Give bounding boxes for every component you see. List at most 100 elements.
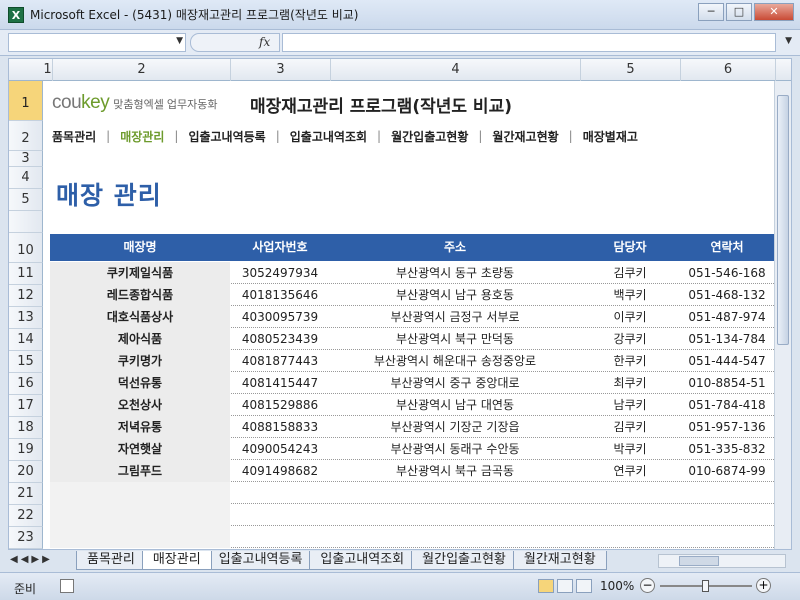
cell-address[interactable]: 부산광역시 금정구 서부로 bbox=[330, 306, 580, 328]
sheet-tab[interactable]: 입출고내역조회 bbox=[309, 551, 416, 570]
cell-biz-number[interactable]: 4088158833 bbox=[230, 416, 330, 438]
cell-biz-number[interactable] bbox=[230, 482, 330, 504]
column-header[interactable]: 3 bbox=[231, 59, 331, 81]
cell-manager[interactable]: 백쿠키 bbox=[580, 284, 680, 306]
cell-manager[interactable]: 한쿠키 bbox=[580, 350, 680, 372]
formula-input[interactable] bbox=[282, 33, 776, 52]
row-header[interactable]: 12 bbox=[9, 285, 43, 307]
cell-address[interactable]: 부산광역시 동래구 수안동 bbox=[330, 438, 580, 460]
table-row[interactable]: 레드종합식품 4018135646 부산광역시 남구 용호동 백쿠키 051-468-1… bbox=[50, 284, 774, 306]
cell-address[interactable]: 부산광역시 동구 초량동 bbox=[330, 262, 580, 284]
cell-address[interactable]: 부산광역시 북구 금곡동 bbox=[330, 460, 580, 482]
cell-contact[interactable]: 051-784-418 bbox=[680, 394, 774, 416]
row-header[interactable]: 23 bbox=[9, 527, 43, 549]
zoom-slider[interactable] bbox=[660, 580, 752, 592]
cell-address[interactable]: 부산광역시 남구 대연동 bbox=[330, 394, 580, 416]
cell-biz-number[interactable]: 4030095739 bbox=[230, 306, 330, 328]
table-row[interactable]: 덕선유통 4081415447 부산광역시 중구 중앙대로 최쿠키 010-8854-5… bbox=[50, 372, 774, 394]
cell-contact[interactable]: 051-487-974 bbox=[680, 306, 774, 328]
cell-manager[interactable]: 강쿠키 bbox=[580, 328, 680, 350]
row-header[interactable]: 5 bbox=[9, 189, 43, 211]
row-header[interactable]: 4 bbox=[9, 167, 43, 189]
cell-manager[interactable]: 연쿠키 bbox=[580, 460, 680, 482]
cell-manager[interactable]: 최쿠키 bbox=[580, 372, 680, 394]
row-header[interactable]: 2 bbox=[9, 121, 43, 151]
cell-biz-number[interactable]: 4081877443 bbox=[230, 350, 330, 372]
cell-store-name[interactable]: 쿠키명가 bbox=[50, 350, 230, 372]
macro-record-icon[interactable] bbox=[60, 579, 74, 593]
cell-biz-number[interactable]: 4080523439 bbox=[230, 328, 330, 350]
cell-biz-number[interactable]: 4018135646 bbox=[230, 284, 330, 306]
nav-item-io-query[interactable]: 입출고내역조회 bbox=[280, 128, 377, 145]
cell-contact[interactable]: 010-6874-99 bbox=[680, 460, 774, 482]
cell-store-name[interactable] bbox=[50, 482, 230, 504]
table-row[interactable] bbox=[50, 482, 774, 504]
excel-icon[interactable]: X bbox=[8, 6, 24, 23]
table-row[interactable]: 쿠키명가 4081877443 부산광역시 해운대구 송정중앙로 한쿠키 051-444… bbox=[50, 350, 774, 372]
cell-store-name[interactable]: 저녁유통 bbox=[50, 416, 230, 438]
zoom-out-button[interactable]: − bbox=[640, 578, 655, 593]
cell-contact[interactable]: 010-8854-51 bbox=[680, 372, 774, 394]
cell-contact[interactable]: 051-335-832 bbox=[680, 438, 774, 460]
normal-view-icon[interactable] bbox=[538, 579, 554, 593]
cell-address[interactable]: 부산광역시 남구 용호동 bbox=[330, 284, 580, 306]
nav-item-monthly-stock[interactable]: 월간재고현황 bbox=[482, 128, 568, 145]
cell-contact[interactable] bbox=[680, 504, 774, 526]
cell-address[interactable] bbox=[330, 504, 580, 526]
tab-scroll-arrows[interactable]: ◀◀▶▶ bbox=[10, 554, 53, 565]
cell-manager[interactable]: 김쿠키 bbox=[580, 416, 680, 438]
cell-address[interactable]: 부산광역시 중구 중앙대로 bbox=[330, 372, 580, 394]
cell-contact[interactable] bbox=[680, 482, 774, 504]
sheet-tab[interactable]: 월간입출고현황 bbox=[411, 551, 517, 570]
cell-contact[interactable]: 051-468-132 bbox=[680, 284, 774, 306]
nav-item-stores[interactable]: 매장관리 bbox=[110, 128, 174, 145]
table-row[interactable]: 제아식품 4080523439 부산광역시 북구 만덕동 강쿠키 051-134-784 bbox=[50, 328, 774, 350]
scroll-thumb[interactable] bbox=[777, 95, 789, 345]
cell-address[interactable]: 부산광역시 북구 만덕동 bbox=[330, 328, 580, 350]
row-header[interactable]: 14 bbox=[9, 329, 43, 351]
cell-manager[interactable]: 김쿠키 bbox=[580, 262, 680, 284]
column-header[interactable]: 5 bbox=[581, 59, 681, 81]
chevron-down-icon[interactable]: ▼ bbox=[176, 36, 183, 46]
horizontal-scrollbar[interactable] bbox=[658, 554, 786, 568]
cell-store-name[interactable]: 대호식품상사 bbox=[50, 306, 230, 328]
function-icon[interactable]: fx bbox=[259, 35, 270, 49]
row-header[interactable]: 3 bbox=[9, 151, 43, 167]
row-header[interactable]: 16 bbox=[9, 373, 43, 395]
minimize-button[interactable]: ─ bbox=[698, 3, 724, 21]
column-header[interactable]: 6 bbox=[681, 59, 776, 81]
cell-address[interactable]: 부산광역시 해운대구 송정중앙로 bbox=[330, 350, 580, 372]
cell-biz-number[interactable]: 4081415447 bbox=[230, 372, 330, 394]
cell-manager[interactable] bbox=[580, 526, 680, 548]
row-header[interactable]: 20 bbox=[9, 461, 43, 483]
table-row[interactable]: 쿠키제일식품 3052497934 부산광역시 동구 초량동 김쿠키 051-546-1… bbox=[50, 262, 774, 284]
sheet-tab[interactable]: 월간재고현황 bbox=[512, 551, 607, 570]
cell-manager[interactable]: 이쿠키 bbox=[580, 306, 680, 328]
cell-store-name[interactable]: 자연햇살 bbox=[50, 438, 230, 460]
maximize-button[interactable]: □ bbox=[726, 3, 752, 21]
nav-item-monthly-io[interactable]: 월간입출고현황 bbox=[381, 128, 478, 145]
cell-biz-number[interactable]: 4081529886 bbox=[230, 394, 330, 416]
page-break-icon[interactable] bbox=[576, 579, 592, 593]
table-row[interactable]: 저녁유통 4088158833 부산광역시 기장군 기장읍 김쿠키 051-957-13… bbox=[50, 416, 774, 438]
row-header[interactable]: 19 bbox=[9, 439, 43, 461]
table-row[interactable] bbox=[50, 504, 774, 526]
table-row[interactable]: 자연햇살 4090054243 부산광역시 동래구 수안동 박쿠키 051-335-83… bbox=[50, 438, 774, 460]
column-header[interactable]: 4 bbox=[331, 59, 581, 81]
cell-biz-number[interactable] bbox=[230, 526, 330, 548]
cell-contact[interactable]: 051-957-136 bbox=[680, 416, 774, 438]
cell-manager[interactable]: 남쿠키 bbox=[580, 394, 680, 416]
expand-formula-icon[interactable]: ▼ bbox=[785, 36, 792, 46]
row-header[interactable]: 18 bbox=[9, 417, 43, 439]
cell-store-name[interactable]: 쿠키제일식품 bbox=[50, 262, 230, 284]
nav-item-io-register[interactable]: 입출고내역등록 bbox=[178, 128, 275, 145]
nav-item-store-stock[interactable]: 매장별재고 bbox=[573, 128, 648, 145]
cell-store-name[interactable]: 제아식품 bbox=[50, 328, 230, 350]
cell-store-name[interactable]: 덕선유통 bbox=[50, 372, 230, 394]
cell-biz-number[interactable]: 3052497934 bbox=[230, 262, 330, 284]
cell-contact[interactable]: 051-546-168 bbox=[680, 262, 774, 284]
vertical-scrollbar[interactable] bbox=[774, 81, 791, 549]
cell-address[interactable]: 부산광역시 기장군 기장읍 bbox=[330, 416, 580, 438]
cell-contact[interactable] bbox=[680, 526, 774, 548]
table-row[interactable]: 대호식품상사 4030095739 부산광역시 금정구 서부로 이쿠키 051-487-… bbox=[50, 306, 774, 328]
